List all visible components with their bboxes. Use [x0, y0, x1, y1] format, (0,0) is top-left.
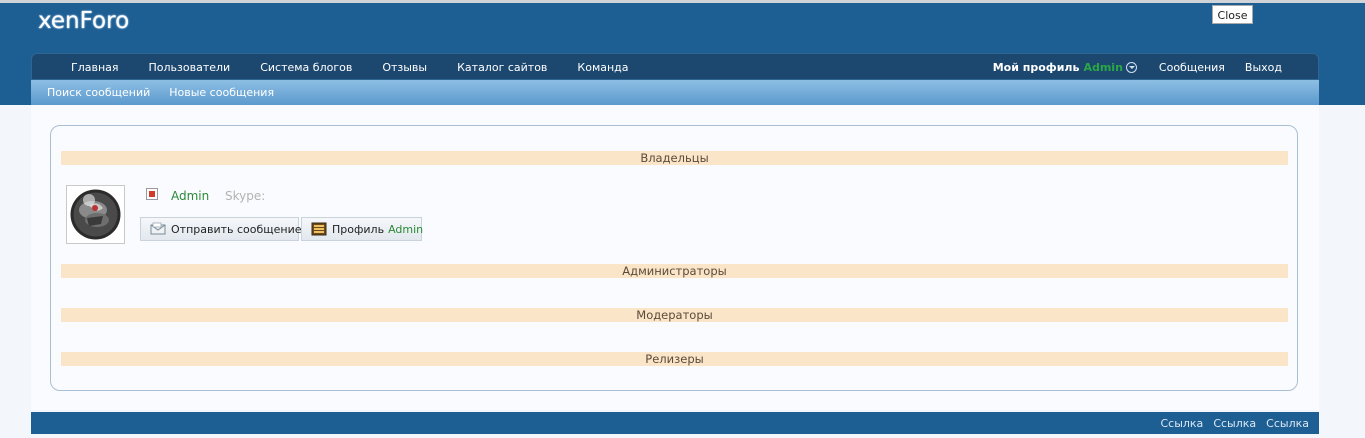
skype-label: Skype:: [225, 189, 266, 203]
group-header-moderators: Модераторы: [61, 308, 1288, 322]
avatar-image: [67, 186, 124, 243]
avatar[interactable]: [66, 185, 125, 244]
nav-item-home[interactable]: Главная: [71, 61, 119, 74]
member-name-link[interactable]: Admin: [171, 189, 209, 203]
profile-card-icon: [311, 222, 327, 236]
subnav-item-search-posts[interactable]: Поиск сообщений: [47, 86, 150, 99]
nav-item-blogs[interactable]: Система блогов: [260, 61, 352, 74]
nav-item-messages[interactable]: Сообщения: [1159, 61, 1225, 74]
group-header-owners: Владельцы: [61, 151, 1288, 165]
profile-username[interactable]: Admin: [1083, 61, 1122, 74]
status-flag-icon: [146, 188, 158, 200]
group-header-releasers: Релизеры: [61, 352, 1288, 366]
chevron-down-icon[interactable]: [1125, 62, 1137, 73]
header-top-edge: [0, 0, 1365, 3]
send-message-label: Отправить сообщение: [171, 222, 302, 236]
close-button[interactable]: Close: [1212, 5, 1253, 24]
envelope-icon: [150, 222, 166, 235]
nav-item-logout[interactable]: Выход: [1245, 61, 1282, 74]
nav-left-group: Главная Пользователи Система блогов Отзы…: [71, 54, 659, 81]
footer-bar: Ссылка Ссылка Ссылка: [31, 412, 1319, 434]
nav-item-reviews[interactable]: Отзывы: [382, 61, 427, 74]
footer-link-3[interactable]: Ссылка: [1266, 417, 1309, 430]
nav-item-members[interactable]: Пользователи: [149, 61, 231, 74]
profile-button-label: Профиль: [332, 222, 385, 236]
nav-item-site-catalog[interactable]: Каталог сайтов: [457, 61, 547, 74]
footer-link-1[interactable]: Ссылка: [1160, 417, 1203, 430]
footer-link-2[interactable]: Ссылка: [1213, 417, 1256, 430]
site-logo[interactable]: xenForo: [38, 8, 129, 34]
my-profile-link[interactable]: Мой профиль: [993, 61, 1080, 74]
sub-navbar: Поиск сообщений Новые сообщения: [31, 80, 1319, 105]
profile-button[interactable]: Профиль Admin: [301, 217, 424, 241]
nav-right-group: Мой профиль Admin Сообщения Выход: [993, 54, 1282, 81]
group-header-admins: Администраторы: [61, 264, 1288, 278]
subnav-item-new-posts[interactable]: Новые сообщения: [169, 86, 274, 99]
main-navbar: Главная Пользователи Система блогов Отзы…: [31, 53, 1319, 80]
send-message-button[interactable]: Отправить сообщение: [140, 217, 302, 241]
nav-item-team[interactable]: Команда: [577, 61, 628, 74]
profile-button-username: Admin: [388, 222, 424, 236]
